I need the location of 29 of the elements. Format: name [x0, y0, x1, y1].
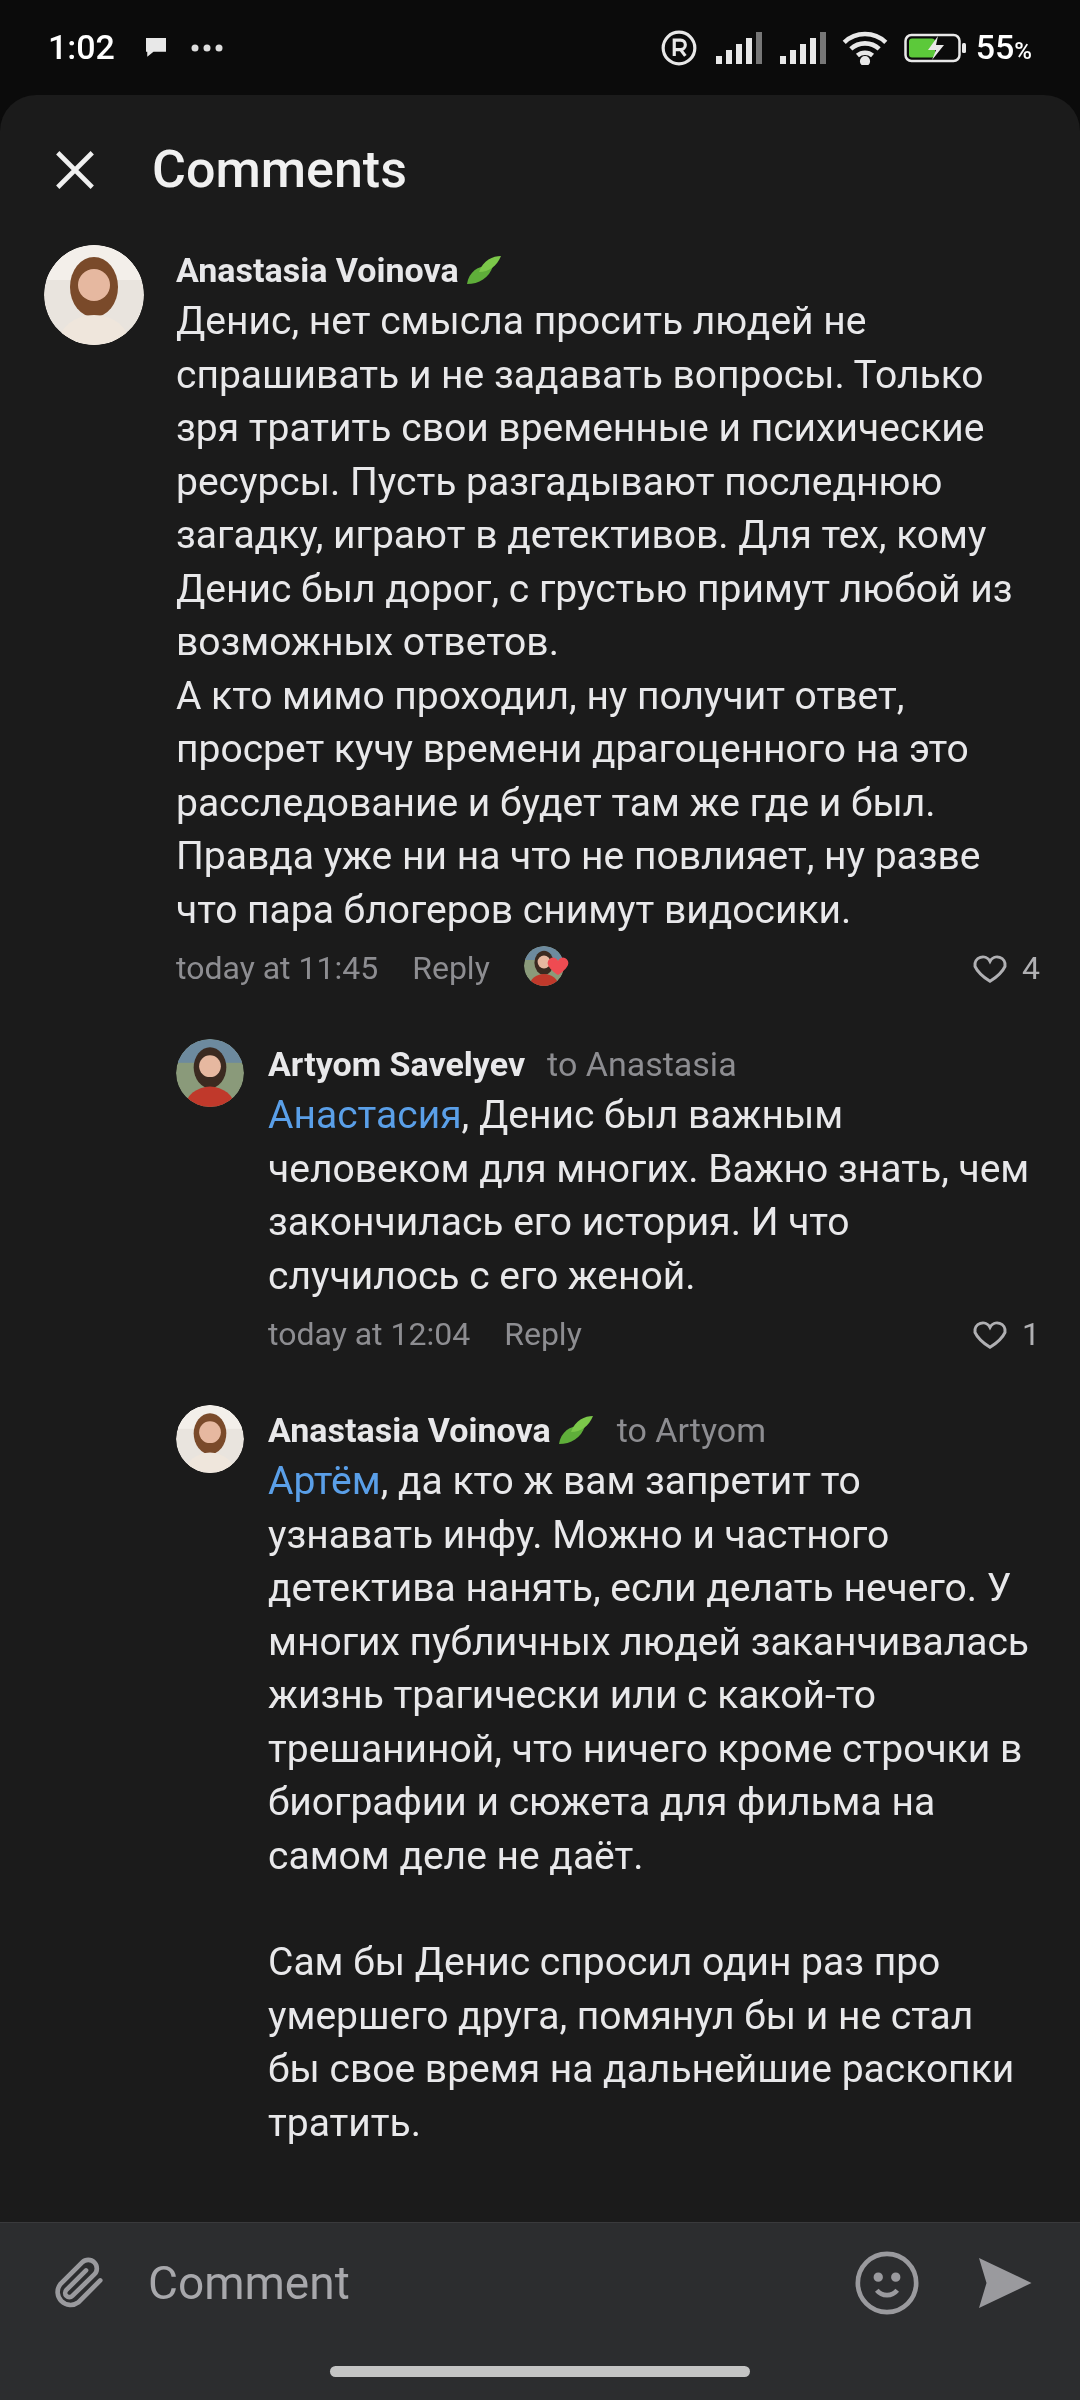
author-name[interactable]: Anastasia Voinova: [176, 245, 459, 296]
comment-text: А кто мимо проходил, ну получит ответ, просрет кучу времени драгоценного на это расследование и будет там же где и был. Правда уже ни на что не повлияет, ну разве что пара блогеров снимут видосики.: [176, 671, 982, 935]
status-time: 1:02: [48, 26, 115, 69]
comment-text: Денис, нет смысла просить людей не спрашивать и не задавать вопросы. Только зря тратить свои временные и психические ресурсы. Пусть разгадывают последнюю загадку, играют в детективов. Для тех, кому Денис был дорог, с грустью примут любой из возможных ответов.: [176, 297, 1014, 667]
comment-text: Анастасия, Денис был важным человеком для многих. Важно знать, чем закончилась его история. И что случилось с его женой.: [268, 1091, 1031, 1301]
reply-target: to Anastasia: [547, 1042, 737, 1086]
signal-icon: [779, 31, 826, 64]
comment-bar[interactable]: Comment: [0, 2222, 1080, 2400]
signal-icon: [715, 31, 762, 64]
mention-link[interactable]: Артём: [268, 1458, 381, 1504]
reply-button[interactable]: Reply: [504, 1310, 582, 1358]
mention-link[interactable]: Анастасия: [268, 1092, 462, 1138]
reply-target: to Artyom: [616, 1408, 766, 1452]
registered-icon: [659, 28, 698, 67]
like-count: 4: [1022, 948, 1040, 989]
comment-input[interactable]: Comment: [148, 2248, 852, 2318]
comment-text: Артём, да кто ж вам запретит то узнавать инфу. Можно и частного детектива нанять, если делать нечего. У многих публичных людей заканчивалась жизнь трагически или с какой-то трешаниной, что ничего кроме строчки в биографии и сюжета для фильма на самом деле не даёт.: [268, 1457, 1030, 1881]
header-title: Comments: [152, 138, 407, 202]
author-name[interactable]: Anastasia Voinova: [268, 1404, 551, 1456]
comment-text: Сам бы Денис спросил один раз про умершего друга, помянул бы и не стал бы свое время на дальнейшие раскопки тратить.: [268, 1938, 1016, 2148]
wifi-icon: [841, 30, 888, 65]
comment-time: today at 11:45: [176, 948, 379, 989]
like-count: 1: [1022, 1314, 1040, 1355]
comment-time: today at 12:04: [268, 1314, 471, 1355]
battery-icon: [903, 31, 968, 64]
author-name[interactable]: Artyom Savelyev: [268, 1038, 526, 1090]
more-icon: [190, 43, 223, 52]
battery-level: 55%: [975, 26, 1032, 69]
reply-button[interactable]: Reply: [412, 944, 490, 992]
